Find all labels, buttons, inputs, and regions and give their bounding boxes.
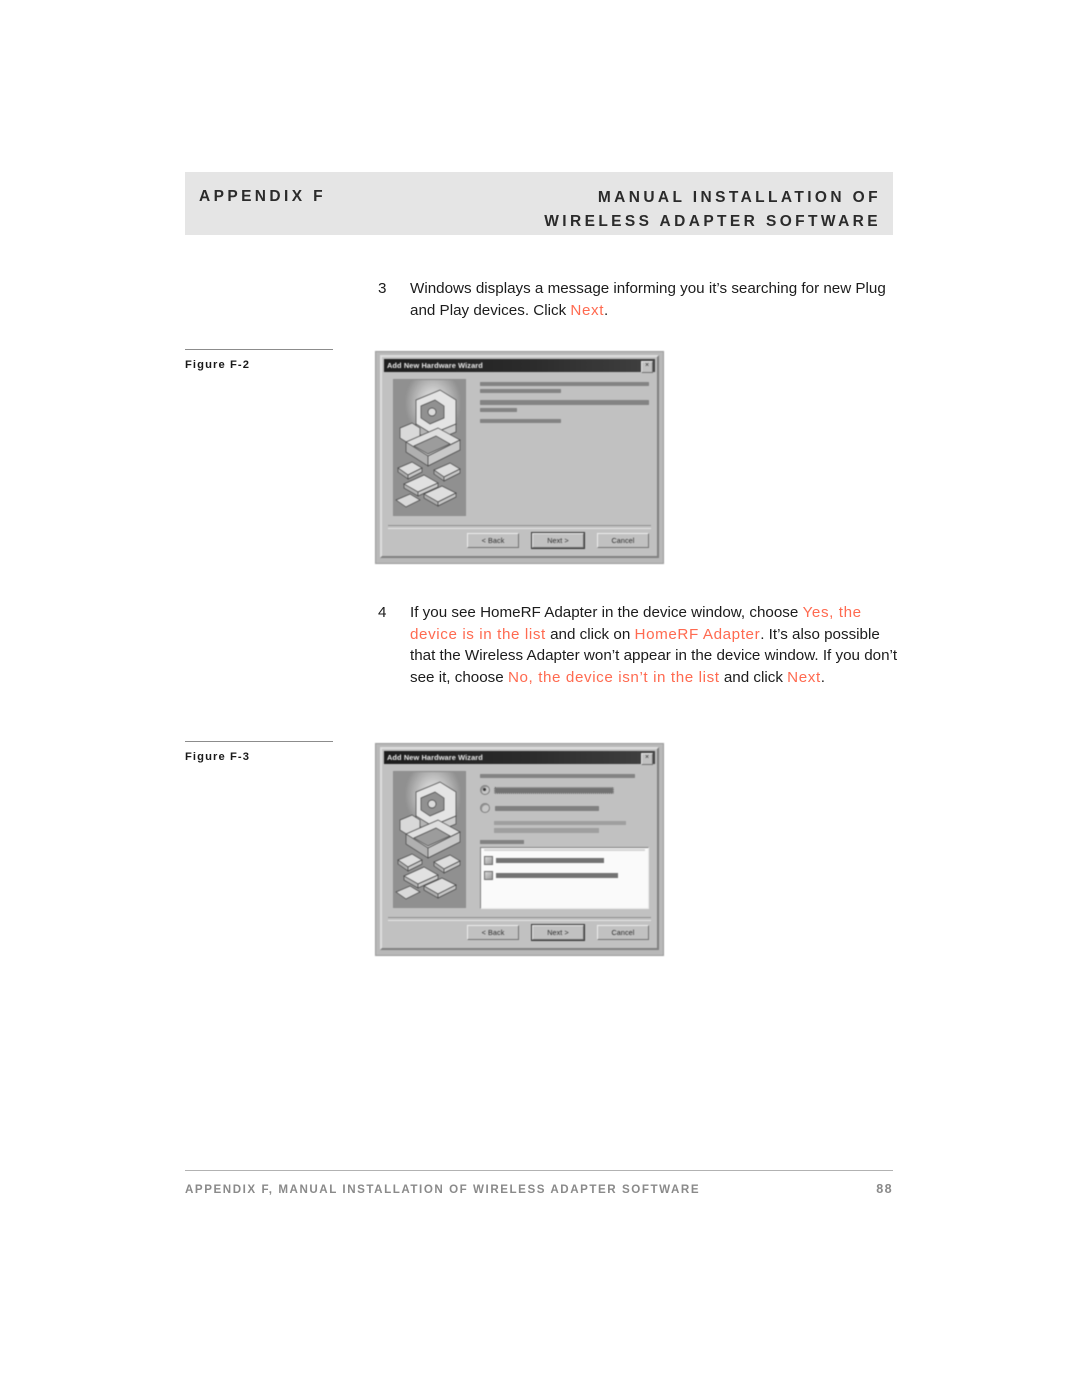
- figure-caption-label: Figure F-3: [185, 751, 251, 763]
- back-button[interactable]: < Back: [467, 533, 519, 548]
- list-item-label: [496, 872, 618, 878]
- caption-rule: [185, 741, 333, 742]
- accent-text: No, the device isn’t in the list: [507, 668, 720, 686]
- list-item-label: [496, 857, 604, 863]
- next-button[interactable]: Next >: [532, 533, 584, 548]
- document-page: APPENDIX F MANUAL INSTALLATION OF WIRELE…: [0, 0, 1080, 1397]
- radio-option-no[interactable]: [480, 803, 649, 814]
- radio-icon[interactable]: [480, 803, 490, 814]
- close-icon[interactable]: ×: [641, 360, 653, 373]
- step-item-4: 4 If you see HomeRF Adapter in the devic…: [378, 602, 898, 688]
- dialog-paragraph: [480, 400, 649, 412]
- caption-rule: [185, 349, 333, 350]
- text-line: [480, 774, 636, 779]
- add-new-hardware-wizard-dialog: Add New Hardware Wizard × < Back Next > …: [380, 747, 659, 950]
- footer-title: APPENDIX F, MANUAL INSTALLATION OF WIREL…: [185, 1183, 701, 1196]
- footer-rule: [185, 1170, 893, 1171]
- dialog-paragraph: [480, 382, 649, 394]
- dialog-body: [384, 374, 655, 522]
- next-button[interactable]: Next >: [532, 925, 584, 940]
- list-item[interactable]: [484, 870, 645, 880]
- radio-option-yes[interactable]: [480, 785, 649, 796]
- body-text: .: [604, 301, 609, 319]
- dialog-button-row: < Back Next > Cancel: [382, 925, 649, 940]
- text-line: [480, 418, 562, 424]
- step-number: 4: [378, 604, 387, 621]
- dialog-button-row: < Back Next > Cancel: [382, 533, 649, 548]
- figure-caption-label: Figure F-2: [185, 359, 251, 371]
- header-title-line-1: MANUAL INSTALLATION OF: [597, 189, 881, 206]
- dialog-titlebar: Add New Hardware Wizard ×: [384, 359, 655, 373]
- back-button[interactable]: < Back: [467, 925, 519, 940]
- dialog-titlebar: Add New Hardware Wizard ×: [384, 751, 655, 765]
- accent-text: HomeRF Adapter: [634, 625, 761, 643]
- body-text: If you see HomeRF Adapter in the device …: [410, 604, 803, 621]
- device-icon: [484, 855, 493, 865]
- text-line: [480, 407, 518, 412]
- dialog-separator: [388, 917, 651, 921]
- body-text: and click on: [545, 625, 635, 643]
- figure-image-f2: Add New Hardware Wizard × < Back Next > …: [376, 352, 663, 563]
- text-line: [480, 400, 649, 405]
- listbox-header-stripe: [484, 848, 645, 851]
- page-number: 88: [876, 1182, 893, 1196]
- dialog-hint-text: [480, 821, 649, 833]
- device-icon: [484, 870, 493, 880]
- close-icon[interactable]: ×: [641, 752, 653, 765]
- header-title-line-2: WIRELESS ADAPTER SOFTWARE: [544, 213, 881, 230]
- dialog-body: [384, 766, 655, 914]
- text-line: [480, 389, 562, 394]
- list-item[interactable]: [484, 855, 645, 865]
- text-line: [480, 382, 649, 387]
- radio-label: [494, 786, 614, 794]
- accent-text: Next: [570, 301, 605, 319]
- dialog-message-text: [480, 382, 649, 430]
- dialog-question-area: [480, 774, 649, 909]
- add-new-hardware-wizard-dialog: Add New Hardware Wizard × < Back Next > …: [380, 355, 659, 558]
- devices-list-label: [480, 839, 524, 844]
- header-title: MANUAL INSTALLATION OF WIRELESS ADAPTER …: [544, 186, 881, 234]
- dialog-question: [480, 774, 649, 779]
- body-text: and click: [719, 668, 788, 686]
- figure-image-f3: Add New Hardware Wizard × < Back Next > …: [376, 744, 663, 955]
- step-text: If you see HomeRF Adapter in the device …: [410, 602, 898, 688]
- radio-label: [495, 805, 599, 811]
- body-text: Windows displays a message informing you…: [410, 280, 886, 319]
- dialog-paragraph: [480, 418, 649, 424]
- cancel-button[interactable]: Cancel: [597, 925, 649, 940]
- body-text: .: [820, 668, 826, 686]
- figure-caption-f3: Figure F-3: [185, 741, 337, 763]
- cancel-button[interactable]: Cancel: [597, 533, 649, 548]
- dialog-title: Add New Hardware Wizard: [387, 752, 483, 763]
- dialog-separator: [388, 525, 651, 529]
- dialog-title: Add New Hardware Wizard: [387, 360, 483, 371]
- step-text: Windows displays a message informing you…: [410, 278, 898, 321]
- page-footer: APPENDIX F, MANUAL INSTALLATION OF WIREL…: [185, 1182, 893, 1196]
- accent-text: Next: [787, 668, 821, 686]
- figure-caption-f2: Figure F-2: [185, 349, 337, 371]
- computer-hardware-illustration-icon: [393, 379, 466, 516]
- page-header-band: APPENDIX F MANUAL INSTALLATION OF WIRELE…: [185, 172, 893, 235]
- step-number: 3: [378, 280, 387, 297]
- header-appendix-label: APPENDIX F: [199, 188, 327, 205]
- computer-hardware-illustration-icon: [393, 771, 466, 908]
- step-item-3: 3 Windows displays a message informing y…: [378, 278, 898, 321]
- devices-listbox[interactable]: [480, 846, 649, 909]
- radio-icon-selected[interactable]: [480, 785, 490, 796]
- text-line: [494, 828, 599, 833]
- text-line: [494, 821, 626, 826]
